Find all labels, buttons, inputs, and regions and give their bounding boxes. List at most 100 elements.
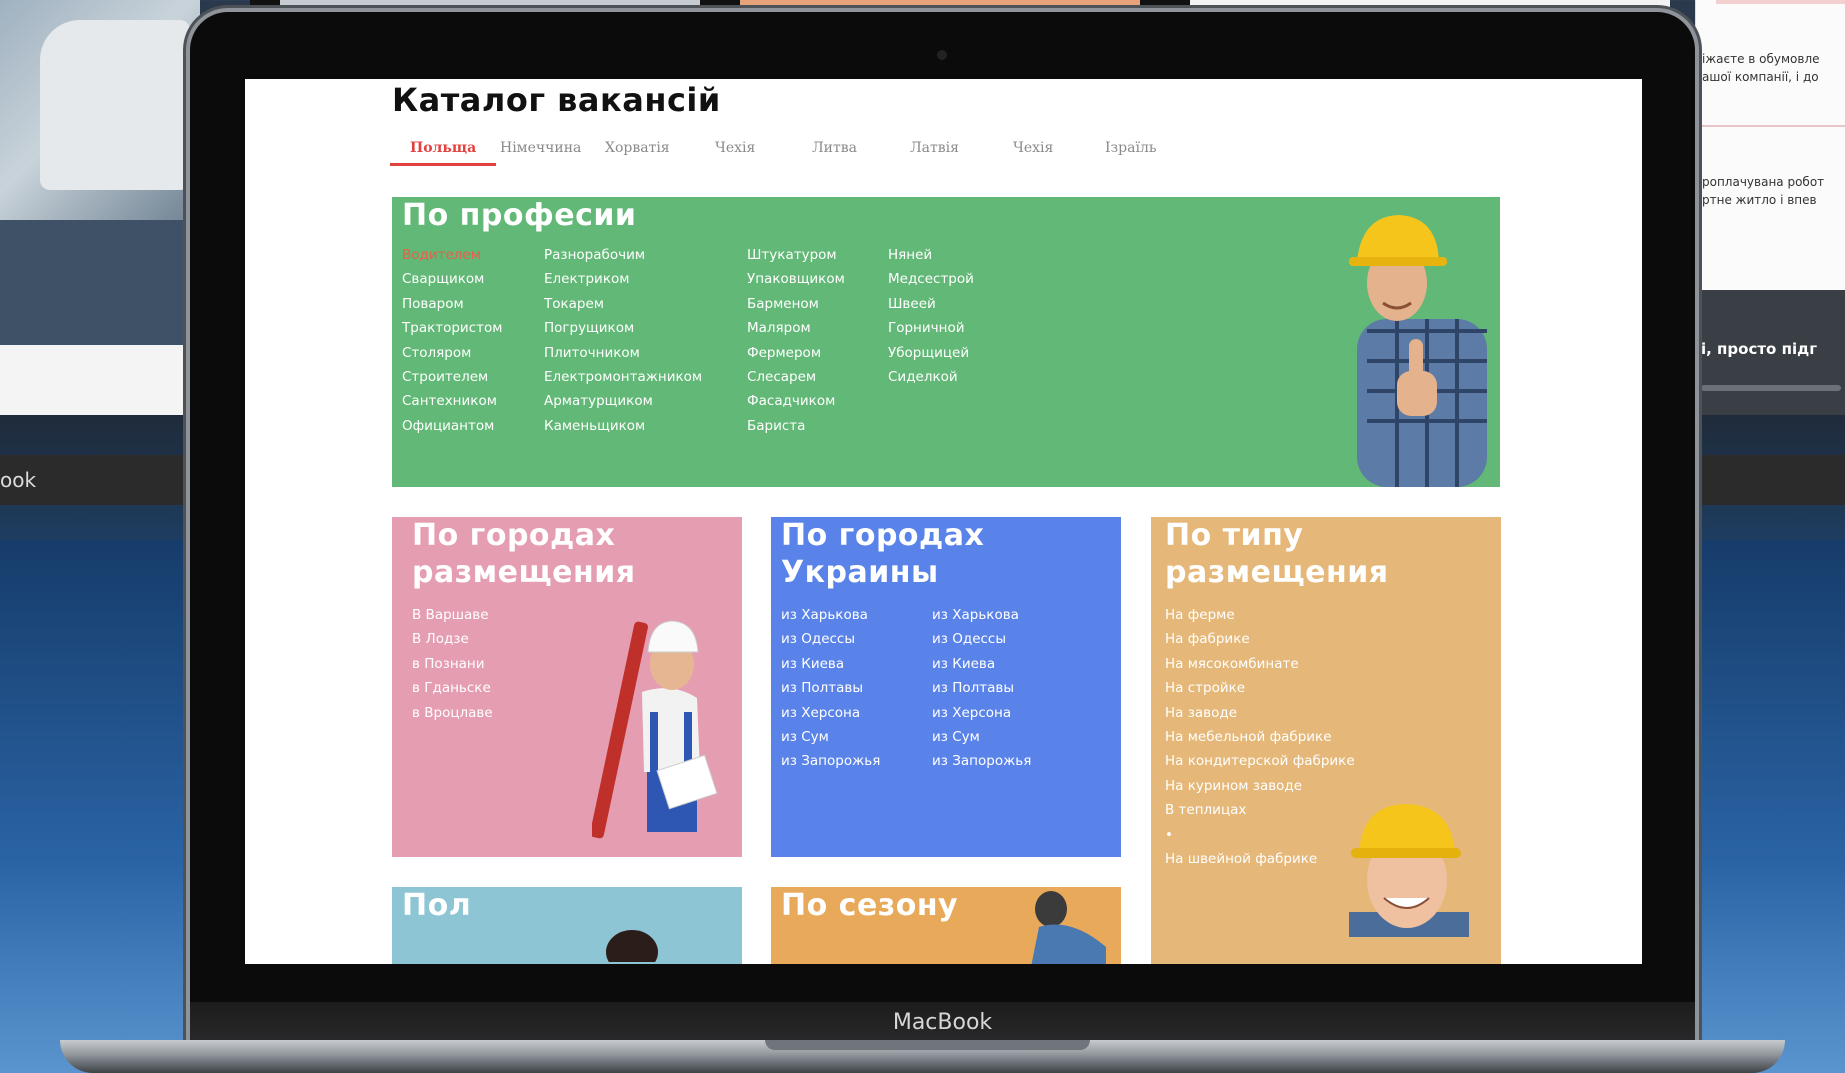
ukraine-city-link[interactable]: из Херсона: [932, 701, 1031, 725]
profession-link[interactable]: Швеей: [888, 292, 974, 316]
city-link[interactable]: в Познани: [412, 652, 493, 676]
ukraine-column-1: из Харькова из Одессы из Киева из Полтав…: [781, 603, 880, 774]
ukraine-title: По городах Украины: [781, 517, 984, 591]
worker-thumbs-up-image: [1349, 215, 1487, 487]
profession-link[interactable]: Арматурщиком: [544, 389, 702, 413]
profession-link[interactable]: Водителем: [402, 243, 502, 267]
profession-link[interactable]: Разнорабочим: [544, 243, 702, 267]
placement-link[interactable]: На заводе: [1165, 701, 1355, 725]
placement-title-line: размещения: [1165, 555, 1389, 590]
tab-israel[interactable]: Ізраїль: [1085, 134, 1176, 166]
background-document: іжаєте в обумовле ашої компанії, і до ро…: [1695, 0, 1845, 290]
thumb-icon: [1409, 339, 1423, 377]
placement-link[interactable]: На кондитерской фабрике: [1165, 749, 1355, 773]
ukraine-title-line: Украины: [781, 555, 939, 590]
profession-link[interactable]: Штукатуром: [747, 243, 845, 267]
country-tabs: Польща Німеччина Хорватія Чехія Литва Ла…: [390, 134, 1320, 168]
placement-link[interactable]: В теплицах: [1165, 798, 1355, 822]
ukraine-city-link[interactable]: из Сум: [781, 725, 880, 749]
profession-link[interactable]: Поваром: [402, 292, 502, 316]
level-tool: [592, 621, 648, 839]
tab-czechia-2[interactable]: Чехія: [993, 134, 1073, 166]
profession-link[interactable]: Каменьщиком: [544, 414, 702, 438]
helmet-icon: [1357, 215, 1439, 261]
profession-title: По професии: [402, 198, 637, 233]
placement-link[interactable]: На стройке: [1165, 676, 1355, 700]
profession-link[interactable]: Няней: [888, 243, 974, 267]
profession-link[interactable]: Медсестрой: [888, 267, 974, 291]
profession-link[interactable]: Сиделкой: [888, 365, 974, 389]
tab-latvia[interactable]: Латвія: [890, 134, 979, 166]
profession-link[interactable]: Фермером: [747, 341, 845, 365]
woman-hair: [606, 930, 658, 962]
season-worker-image: [1031, 891, 1106, 964]
profession-link[interactable]: Електриком: [544, 267, 702, 291]
page-title: Каталог вакансій: [392, 81, 721, 119]
ukraine-city-link[interactable]: из Одессы: [932, 627, 1031, 651]
season-card: По сезону: [771, 887, 1121, 964]
profession-link[interactable]: Упаковщиком: [747, 267, 845, 291]
placement-link[interactable]: На ферме: [1165, 603, 1355, 627]
camera-icon: [937, 50, 947, 60]
city-link[interactable]: В Лодзе: [412, 627, 493, 651]
background-wallpaper: [0, 540, 200, 1073]
tab-germany[interactable]: Німеччина: [480, 134, 601, 166]
profession-link[interactable]: Електромонтажником: [544, 365, 702, 389]
ukraine-city-link[interactable]: из Запорожья: [781, 749, 880, 773]
placement-link[interactable]: На фабрике: [1165, 627, 1355, 651]
ukraine-city-link[interactable]: из Полтавы: [781, 676, 880, 700]
profession-link[interactable]: Официантом: [402, 414, 502, 438]
ukraine-city-link[interactable]: из Харькова: [781, 603, 880, 627]
city-link[interactable]: в Гданьске: [412, 676, 493, 700]
cities-list: В Варшаве В Лодзе в Познани в Гданьске в…: [412, 603, 493, 725]
tab-czechia[interactable]: Чехія: [695, 134, 775, 166]
helmet-icon: [647, 620, 699, 653]
profession-link[interactable]: Бариста: [747, 414, 845, 438]
woman-image: [606, 930, 658, 962]
background-video: і, просто підг: [1695, 290, 1845, 415]
ukraine-city-link[interactable]: из Киева: [781, 652, 880, 676]
ukraine-city-link[interactable]: из Запорожья: [932, 749, 1031, 773]
placement-link[interactable]: •: [1165, 823, 1355, 847]
ukraine-city-link[interactable]: из Харькова: [932, 603, 1031, 627]
profession-link[interactable]: Слесарем: [747, 365, 845, 389]
ukraine-city-link[interactable]: из Одессы: [781, 627, 880, 651]
city-link[interactable]: В Варшаве: [412, 603, 493, 627]
worker-smiling-image: [1349, 804, 1469, 937]
profession-link[interactable]: Сварщиком: [402, 267, 502, 291]
ukraine-city-link[interactable]: из Полтавы: [932, 676, 1031, 700]
profession-link[interactable]: Плиточником: [544, 341, 702, 365]
profession-link[interactable]: Фасадчиком: [747, 389, 845, 413]
profession-link[interactable]: Строителем: [402, 365, 502, 389]
cities-title-line: размещения: [412, 555, 636, 590]
laptop-base: [60, 1040, 1785, 1073]
document-text: іжаєте в обумовле: [1702, 52, 1820, 66]
placement-link[interactable]: На мебельной фабрике: [1165, 725, 1355, 749]
ukraine-column-2: из Харькова из Одессы из Киева из Полтав…: [932, 603, 1031, 774]
placement-link[interactable]: На мясокомбинате: [1165, 652, 1355, 676]
tab-lithuania[interactable]: Литва: [792, 134, 877, 166]
tab-croatia[interactable]: Хорватія: [585, 134, 690, 166]
profession-link[interactable]: Сантехником: [402, 389, 502, 413]
profession-link[interactable]: Погрущиком: [544, 316, 702, 340]
ukraine-city-link[interactable]: из Сум: [932, 725, 1031, 749]
video-caption: і, просто підг: [1701, 340, 1818, 358]
document-divider: [1696, 125, 1845, 127]
season-title: По сезону: [781, 888, 959, 923]
background-page-fragment: [0, 345, 200, 415]
profession-link[interactable]: Столяром: [402, 341, 502, 365]
profession-link[interactable]: Трактористом: [402, 316, 502, 340]
profession-link[interactable]: Барменом: [747, 292, 845, 316]
thumbs-up-hand: [1397, 371, 1437, 416]
ukraine-city-link[interactable]: из Киева: [932, 652, 1031, 676]
gender-title: Пол: [402, 888, 472, 923]
placement-title-line: По типу: [1165, 518, 1304, 553]
profession-link[interactable]: Маляром: [747, 316, 845, 340]
profession-link[interactable]: Уборщицей: [888, 341, 974, 365]
profession-link[interactable]: Токарем: [544, 292, 702, 316]
placement-link[interactable]: На курином заводе: [1165, 774, 1355, 798]
city-link[interactable]: в Вроцлаве: [412, 701, 493, 725]
placement-link[interactable]: На швейной фабрике: [1165, 847, 1355, 871]
ukraine-city-link[interactable]: из Херсона: [781, 701, 880, 725]
profession-link[interactable]: Горничной: [888, 316, 974, 340]
